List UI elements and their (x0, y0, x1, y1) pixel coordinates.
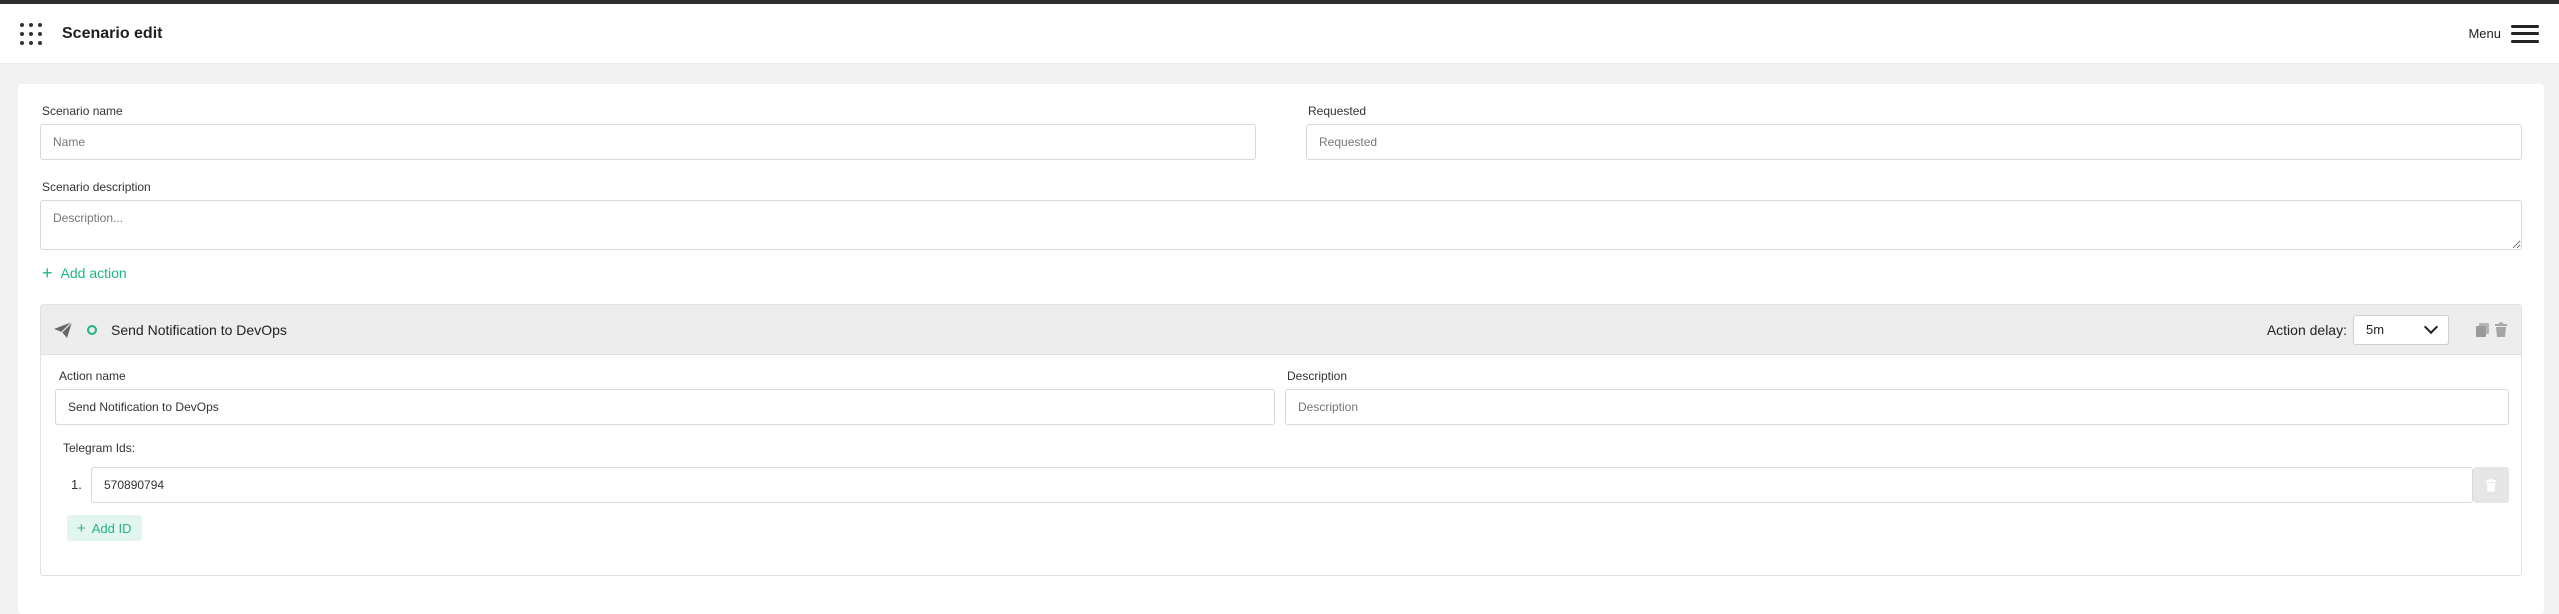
action-header-controls: Action delay: 5m (2266, 314, 2509, 345)
action-header[interactable]: Send Notification to DevOps Action delay… (41, 305, 2521, 355)
action-delay-label: Action delay: (2266, 321, 2347, 338)
trash-icon (2485, 478, 2497, 492)
delete-telegram-id-button[interactable] (2473, 467, 2509, 503)
app-header: Scenario edit Menu (0, 4, 2559, 64)
action-name-label: Action name (59, 369, 126, 383)
scenario-form-card: Scenario name Requested Scenario descrip… (18, 84, 2544, 614)
menu-label: Menu (2468, 26, 2501, 41)
add-action-label: Add action (60, 265, 127, 281)
scenario-name-input[interactable] (40, 124, 1256, 160)
hamburger-icon (2511, 24, 2539, 43)
header-left: Scenario edit (20, 22, 163, 45)
menu-button[interactable]: Menu (2468, 24, 2539, 43)
action-description-input[interactable] (1285, 389, 2509, 425)
action-block: Send Notification to DevOps Action delay… (40, 304, 2522, 576)
plus-icon: + (42, 263, 53, 283)
scenario-description-label: Scenario description (42, 180, 151, 194)
action-delay-value: 5m (2366, 322, 2385, 337)
chevron-down-icon (2423, 319, 2439, 335)
telegram-id-input[interactable] (91, 467, 2473, 503)
action-description-label: Description (1287, 369, 1348, 383)
telegram-ids-label: Telegram Ids: (63, 441, 136, 455)
paper-plane-icon (54, 321, 73, 338)
status-indicator-icon (87, 324, 97, 335)
plus-icon: + (77, 519, 86, 537)
requested-input[interactable] (1306, 124, 2522, 160)
apps-grid-icon[interactable] (20, 22, 42, 45)
action-delay-select[interactable]: 5m (2353, 314, 2449, 345)
action-name-input[interactable] (55, 389, 1275, 425)
requested-label: Requested (1308, 104, 1367, 118)
scenario-description-textarea[interactable] (40, 200, 2522, 250)
add-action-button[interactable]: + Add action (42, 264, 127, 282)
page-title: Scenario edit (62, 24, 163, 42)
add-id-button[interactable]: + Add ID (67, 515, 142, 541)
action-title: Send Notification to DevOps (111, 321, 287, 338)
add-id-label: Add ID (91, 520, 132, 536)
scenario-name-label: Scenario name (42, 104, 123, 118)
copy-icon[interactable] (2475, 322, 2491, 338)
trash-icon[interactable] (2493, 322, 2509, 338)
telegram-id-index: 1. (71, 477, 82, 492)
